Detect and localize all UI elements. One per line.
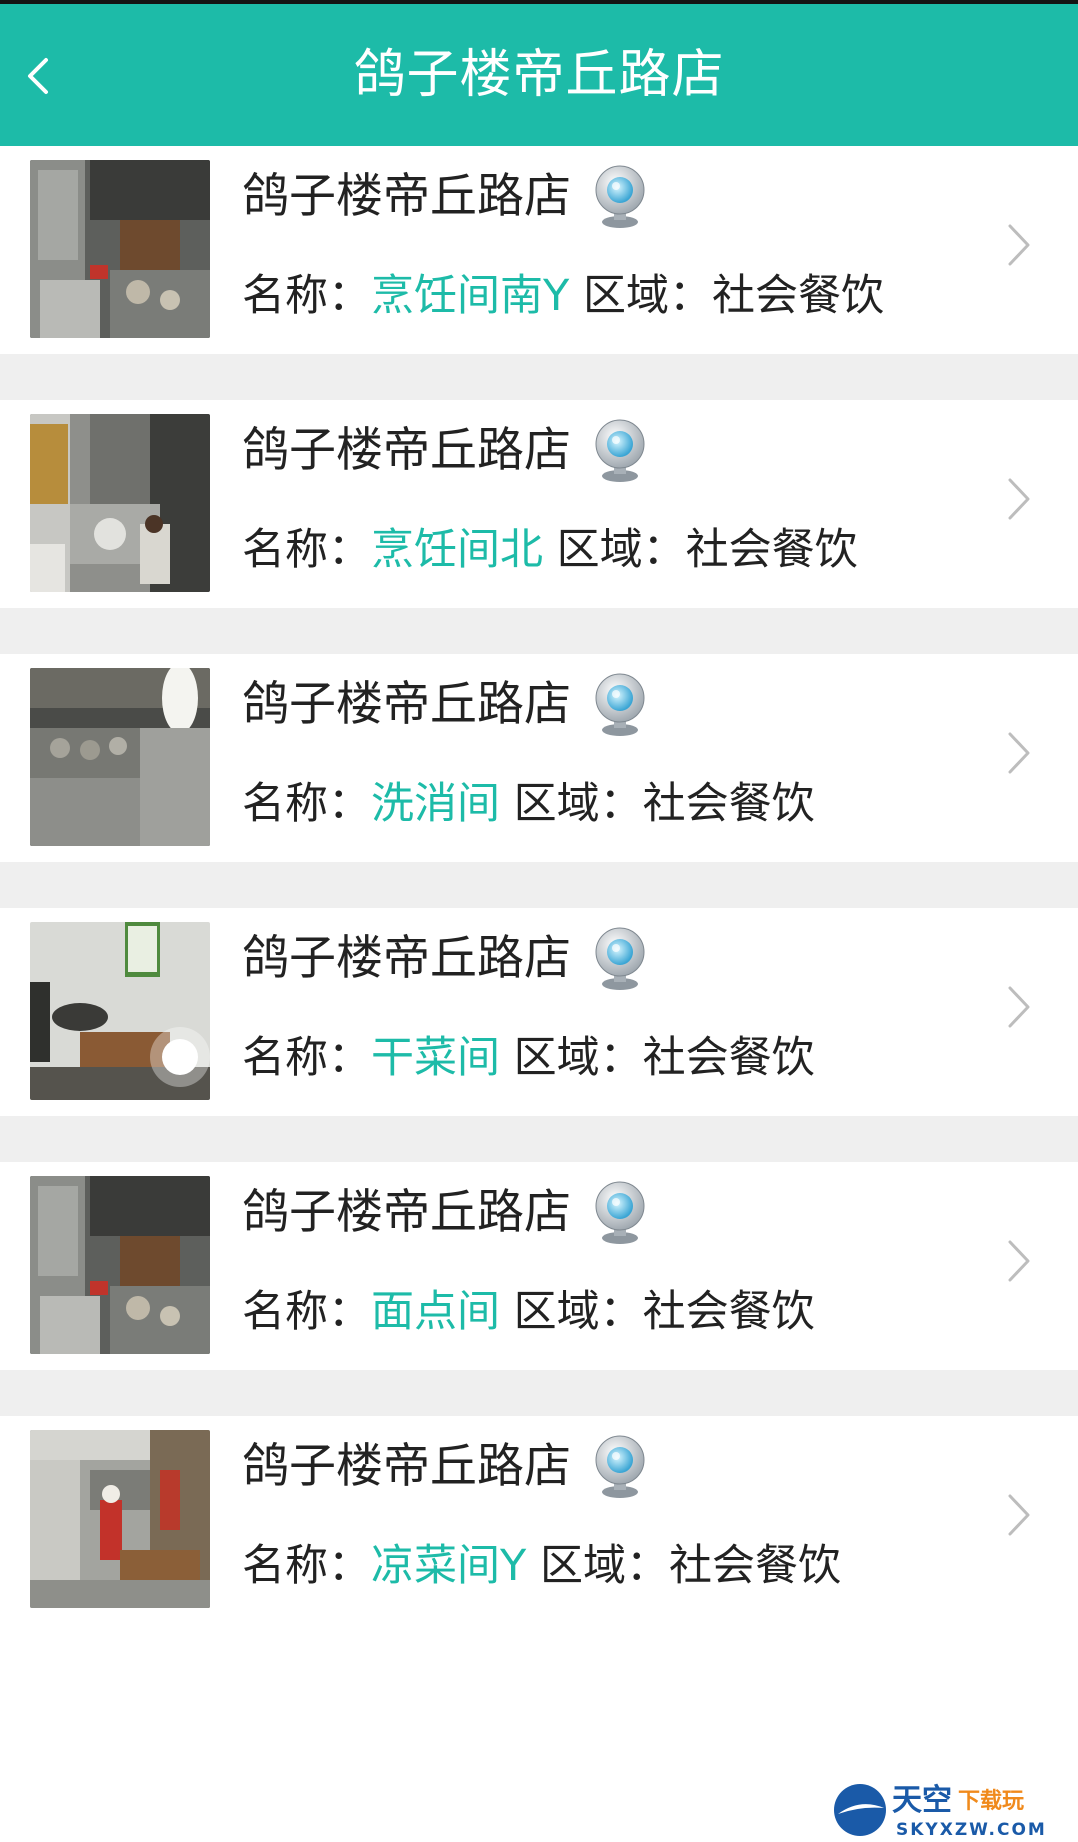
name-label: 名称：	[242, 1287, 371, 1337]
region-label: 区域：	[556, 525, 686, 575]
camera-meta: 名称：干菜间 区域：社会餐饮	[242, 1028, 815, 1088]
region-label: 区域：	[513, 1033, 643, 1083]
region-label: 区域：	[513, 1287, 643, 1337]
app-header: 鸽子楼帝丘路店	[0, 0, 1078, 146]
chevron-right-icon	[1008, 986, 1030, 1028]
svg-text:SKYXZW.COM: SKYXZW.COM	[896, 1820, 1047, 1840]
camera-list-item[interactable]: 鸽子楼帝丘路店 名称：凉菜间Y 区域：社会餐饮	[0, 1416, 1078, 1624]
camera-list: 鸽子楼帝丘路店 名称：烹饪间南Y 区域：社会餐饮 鸽子楼帝丘路店 名称：烹饪间北…	[0, 146, 1078, 1624]
chevron-right-icon	[1008, 478, 1030, 520]
webcam-icon	[595, 927, 645, 990]
store-name: 鸽子楼帝丘路店	[242, 169, 571, 224]
svg-text:下载玩: 下载玩	[958, 1788, 1024, 1814]
name-label: 名称：	[242, 1541, 371, 1591]
store-name: 鸽子楼帝丘路店	[242, 423, 571, 478]
region-label: 区域：	[582, 271, 712, 321]
camera-meta: 名称：洗消间 区域：社会餐饮	[242, 774, 815, 834]
camera-list-item[interactable]: 鸽子楼帝丘路店 名称：烹饪间北 区域：社会餐饮	[0, 400, 1078, 608]
svg-text:天空: 天空	[892, 1783, 952, 1818]
camera-name: 烹饪间北	[371, 525, 543, 575]
camera-meta: 名称：凉菜间Y 区域：社会餐饮	[242, 1536, 841, 1596]
camera-meta: 名称：烹饪间北 区域：社会餐饮	[242, 520, 858, 580]
region-label: 区域：	[513, 779, 643, 829]
camera-name: 干菜间	[371, 1033, 500, 1083]
camera-region: 社会餐饮	[685, 525, 858, 575]
camera-region: 社会餐饮	[711, 271, 884, 321]
list-divider	[0, 354, 1078, 400]
chevron-right-icon	[1008, 224, 1030, 266]
name-label: 名称：	[242, 525, 371, 575]
webcam-icon	[595, 165, 645, 228]
name-label: 名称：	[242, 779, 371, 829]
name-label: 名称：	[242, 271, 371, 321]
chevron-right-icon	[1008, 732, 1030, 774]
webcam-icon	[595, 1435, 645, 1498]
site-watermark-logo: 天空 下载玩 SKYXZW.COM	[834, 1783, 1047, 1840]
chevron-right-icon	[1008, 1240, 1030, 1282]
webcam-icon	[595, 1181, 645, 1244]
camera-name: 面点间	[371, 1287, 500, 1337]
camera-region: 社会餐饮	[642, 1287, 815, 1337]
name-label: 名称：	[242, 1033, 371, 1083]
camera-list-item[interactable]: 鸽子楼帝丘路店 名称：烹饪间南Y 区域：社会餐饮	[0, 146, 1078, 354]
list-divider	[0, 862, 1078, 908]
camera-name: 凉菜间Y	[371, 1541, 527, 1591]
list-divider	[0, 1370, 1078, 1416]
webcam-icon	[595, 419, 645, 482]
camera-list-item[interactable]: 鸽子楼帝丘路店 名称：面点间 区域：社会餐饮	[0, 1162, 1078, 1370]
chevron-right-icon	[1008, 1494, 1030, 1536]
camera-thumbnail	[30, 1430, 210, 1608]
camera-meta: 名称：烹饪间南Y 区域：社会餐饮	[242, 266, 884, 326]
camera-thumbnail	[30, 160, 210, 338]
page-title: 鸽子楼帝丘路店	[353, 45, 725, 105]
camera-name: 洗消间	[371, 779, 500, 829]
camera-name: 烹饪间南Y	[371, 271, 570, 321]
camera-thumbnail	[30, 668, 210, 846]
camera-thumbnail	[30, 922, 210, 1100]
list-divider	[0, 608, 1078, 654]
store-name: 鸽子楼帝丘路店	[242, 677, 571, 732]
list-divider	[0, 1116, 1078, 1162]
webcam-icon	[595, 673, 645, 736]
camera-list-item[interactable]: 鸽子楼帝丘路店 名称：干菜间 区域：社会餐饮	[0, 908, 1078, 1116]
region-label: 区域：	[539, 1541, 669, 1591]
camera-region: 社会餐饮	[642, 779, 815, 829]
store-name: 鸽子楼帝丘路店	[242, 1185, 571, 1240]
camera-meta: 名称：面点间 区域：社会餐饮	[242, 1282, 815, 1342]
store-name: 鸽子楼帝丘路店	[242, 1439, 571, 1494]
store-name: 鸽子楼帝丘路店	[242, 931, 571, 986]
camera-list-item[interactable]: 鸽子楼帝丘路店 名称：洗消间 区域：社会餐饮	[0, 654, 1078, 862]
camera-thumbnail	[30, 1176, 210, 1354]
camera-region: 社会餐饮	[668, 1541, 841, 1591]
camera-region: 社会餐饮	[642, 1033, 815, 1083]
camera-thumbnail	[30, 414, 210, 592]
